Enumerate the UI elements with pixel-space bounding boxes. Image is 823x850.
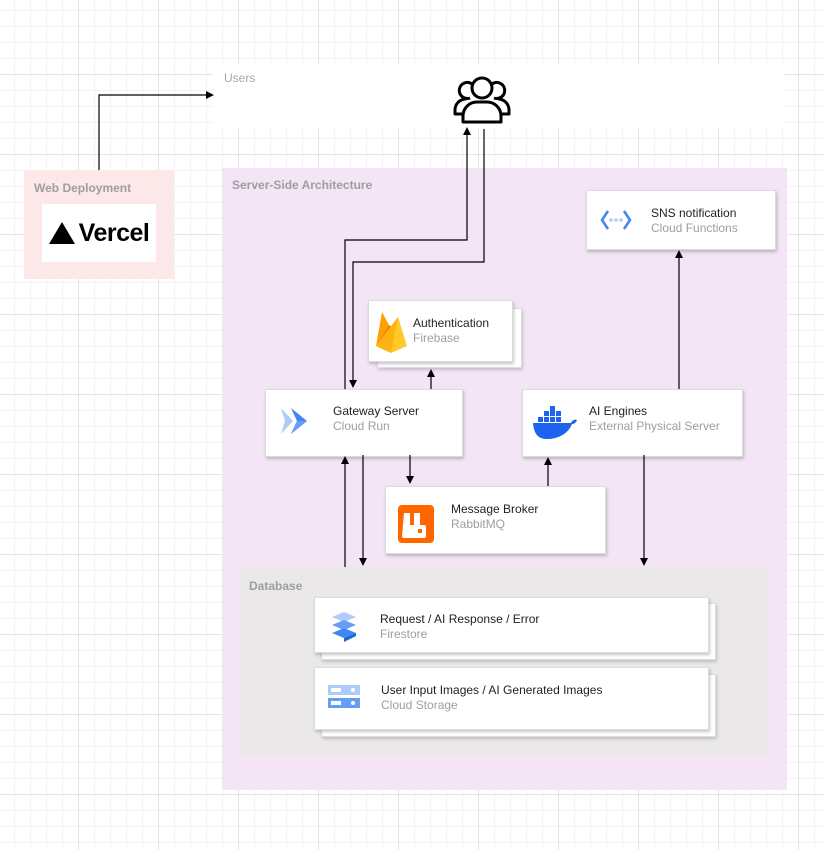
users-to-gateway-arrow — [349, 129, 485, 388]
vercel-to-users-arrow — [98, 91, 214, 170]
connectors — [98, 91, 683, 567]
gateway-to-users-arrow — [344, 127, 471, 389]
